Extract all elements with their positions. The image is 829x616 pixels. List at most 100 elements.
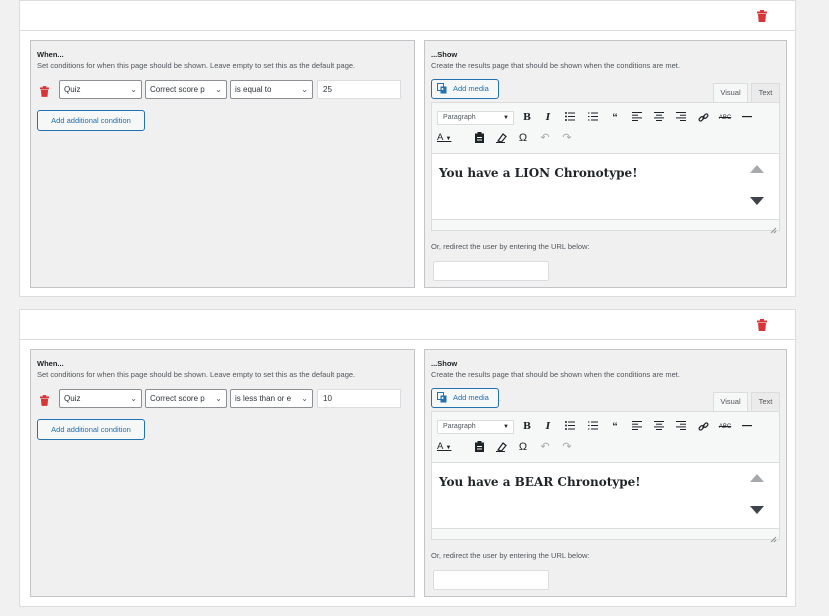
chevron-down-icon: ⌄ [130, 394, 137, 403]
format-select-value: Paragraph [443, 423, 476, 430]
bold-icon[interactable]: B [520, 420, 534, 434]
condition-value-input[interactable]: 10 [317, 389, 401, 408]
results-rule-card: When... Set conditions for when this pag… [19, 309, 796, 607]
redirect-url-input[interactable] [433, 570, 549, 590]
clear-formatting-icon[interactable] [494, 440, 508, 454]
show-title: ...Show [431, 359, 458, 368]
blockquote-icon[interactable]: “ [608, 420, 622, 434]
clear-formatting-icon[interactable] [494, 131, 508, 145]
strikethrough-icon[interactable]: ABC [718, 420, 732, 434]
chevron-down-icon: ⌄ [215, 394, 222, 403]
delete-rule-trash-icon[interactable] [757, 10, 767, 22]
add-media-button[interactable]: Add media [431, 388, 499, 408]
paste-as-text-icon[interactable] [472, 440, 486, 454]
special-character-icon[interactable]: Ω [516, 440, 530, 454]
condition-source-select[interactable]: Quiz ⌄ [59, 389, 142, 408]
tab-text[interactable]: Text [751, 83, 780, 103]
align-center-icon[interactable] [652, 420, 666, 434]
scroll-down-arrow-icon[interactable] [750, 506, 764, 514]
condition-source-select[interactable]: Quiz ⌄ [59, 80, 142, 99]
text-color-icon[interactable]: A ▼ [437, 131, 459, 145]
align-right-icon[interactable] [674, 111, 688, 125]
paste-as-text-icon[interactable] [472, 131, 486, 145]
scroll-down-arrow-icon[interactable] [750, 197, 764, 205]
bold-icon[interactable]: B [520, 111, 534, 125]
condition-row: Quiz ⌄ Correct score p ⌄ is less than or e… [37, 389, 403, 408]
undo-icon[interactable]: ↶ [538, 440, 552, 454]
horizontal-line-icon[interactable] [740, 111, 754, 125]
condition-field-value: Correct score p [150, 394, 205, 403]
when-description: Set conditions for when this page should… [37, 61, 356, 70]
redirect-url-input[interactable] [433, 261, 549, 281]
resize-handle-icon[interactable] [769, 221, 777, 234]
tab-visual[interactable]: Visual [713, 392, 748, 412]
align-center-icon[interactable] [652, 111, 666, 125]
delete-rule-trash-icon[interactable] [757, 319, 767, 331]
editor-statusbar [432, 528, 779, 543]
resize-handle-icon[interactable] [769, 530, 777, 543]
editor-content-text: You have a BEAR Chronotype! [439, 475, 641, 489]
align-left-icon[interactable] [630, 420, 644, 434]
add-media-label: Add media [453, 84, 489, 93]
horizontal-line-icon[interactable] [740, 420, 754, 434]
add-condition-button[interactable]: Add additional condition [37, 110, 145, 131]
add-media-icon [437, 83, 448, 95]
text-color-icon[interactable]: A ▼ [437, 440, 459, 454]
redirect-label: Or, redirect the user by entering the UR… [431, 551, 590, 560]
condition-field-select[interactable]: Correct score p ⌄ [145, 80, 227, 99]
link-icon[interactable] [696, 420, 710, 434]
add-media-label: Add media [453, 393, 489, 402]
chevron-down-icon: ▼ [503, 424, 509, 430]
redo-icon[interactable]: ↷ [560, 440, 574, 454]
italic-icon[interactable]: I [541, 111, 555, 125]
special-character-icon[interactable]: Ω [516, 131, 530, 145]
numbered-list-icon[interactable] [586, 111, 600, 125]
format-select[interactable]: Paragraph ▼ [437, 420, 514, 434]
scroll-up-arrow-icon[interactable] [750, 165, 764, 173]
scroll-up-arrow-icon[interactable] [750, 474, 764, 482]
when-title: When... [37, 359, 64, 368]
align-left-icon[interactable] [630, 111, 644, 125]
editor-statusbar [432, 219, 779, 234]
redo-icon[interactable]: ↷ [560, 131, 574, 145]
redirect-label: Or, redirect the user by entering the UR… [431, 242, 590, 251]
results-rule-card: When... Set conditions for when this pag… [19, 0, 796, 297]
when-description: Set conditions for when this page should… [37, 370, 356, 379]
add-media-icon [437, 392, 448, 404]
tab-visual[interactable]: Visual [713, 83, 748, 103]
link-icon[interactable] [696, 111, 710, 125]
chevron-down-icon: ⌄ [301, 85, 308, 94]
format-select[interactable]: Paragraph ▼ [437, 111, 514, 125]
italic-icon[interactable]: I [541, 420, 555, 434]
condition-operator-value: is less than or e [235, 394, 292, 403]
bullet-list-icon[interactable] [563, 111, 577, 125]
add-condition-button[interactable]: Add additional condition [37, 419, 145, 440]
chevron-down-icon: ▼ [503, 115, 509, 121]
format-select-value: Paragraph [443, 114, 476, 121]
rich-text-editor: Paragraph ▼ B I “ ABC A ▼ Ω ↶ ↷ You have… [431, 102, 780, 234]
numbered-list-icon[interactable] [586, 420, 600, 434]
align-right-icon[interactable] [674, 420, 688, 434]
editor-toolbar: Paragraph ▼ B I “ ABC A ▼ Ω ↶ ↷ [432, 412, 779, 463]
rich-text-editor: Paragraph ▼ B I “ ABC A ▼ Ω ↶ ↷ You have… [431, 411, 780, 543]
undo-icon[interactable]: ↶ [538, 131, 552, 145]
show-title: ...Show [431, 50, 458, 59]
show-description: Create the results page that should be s… [431, 370, 680, 379]
bullet-list-icon[interactable] [563, 420, 577, 434]
delete-condition-trash-icon[interactable] [40, 393, 49, 406]
show-panel: ...Show Create the results page that sho… [424, 40, 787, 288]
editor-content-area[interactable]: You have a BEAR Chronotype! [432, 464, 779, 528]
strikethrough-icon[interactable]: ABC [718, 111, 732, 125]
delete-condition-trash-icon[interactable] [40, 84, 49, 97]
condition-source-value: Quiz [64, 394, 81, 403]
show-panel: ...Show Create the results page that sho… [424, 349, 787, 597]
editor-content-area[interactable]: You have a LION Chronotype! [432, 155, 779, 219]
blockquote-icon[interactable]: “ [608, 111, 622, 125]
condition-operator-select[interactable]: is equal to ⌄ [230, 80, 313, 99]
condition-value-input[interactable]: 25 [317, 80, 401, 99]
tab-text[interactable]: Text [751, 392, 780, 412]
condition-operator-select[interactable]: is less than or e ⌄ [230, 389, 313, 408]
editor-toolbar: Paragraph ▼ B I “ ABC A ▼ Ω ↶ ↷ [432, 103, 779, 154]
condition-field-select[interactable]: Correct score p ⌄ [145, 389, 227, 408]
add-media-button[interactable]: Add media [431, 79, 499, 99]
